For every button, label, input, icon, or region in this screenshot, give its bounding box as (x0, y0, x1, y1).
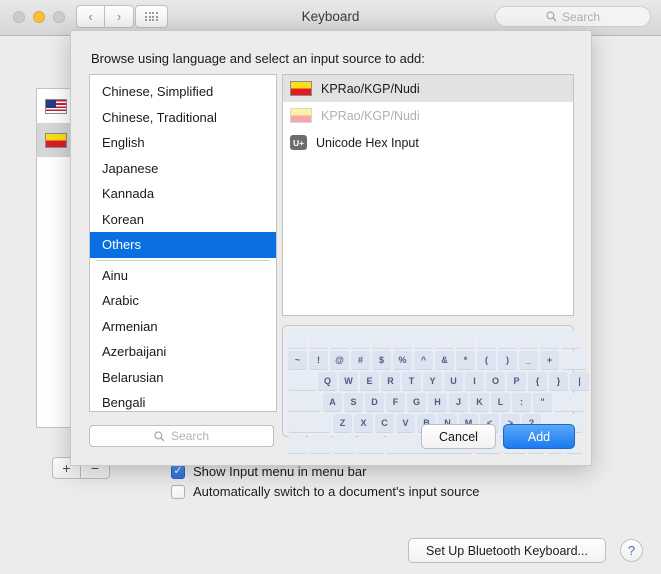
key-c: C (375, 414, 394, 433)
key-paren-open: ( (477, 351, 496, 370)
key-at: @ (330, 351, 349, 370)
language-item-azerbaijani[interactable]: Azerbaijani (90, 339, 276, 365)
checkbox-unchecked-icon[interactable] (171, 484, 185, 499)
key-z: Z (333, 414, 352, 433)
help-button[interactable]: ? (620, 539, 643, 562)
key-exclaim: ! (309, 351, 328, 370)
sheet-title: Browse using language and select an inpu… (91, 51, 425, 66)
input-source-item-kprao-disabled[interactable]: KPRao/KGP/Nudi (283, 102, 573, 129)
key-p: P (507, 372, 526, 391)
key-f: F (386, 393, 405, 412)
input-source-label: KPRao/KGP/Nudi (321, 81, 420, 96)
keyboard-row-home: A S D F G H J K L : " (288, 393, 584, 412)
key-underscore: _ (519, 351, 538, 370)
key-pipe: | (570, 372, 589, 391)
keyboard-preferences-window: ‹ › Keyboard Search U K (0, 0, 661, 574)
language-list[interactable]: Chinese, Simplified Chinese, Traditional… (89, 74, 277, 412)
language-item-chinese-simplified[interactable]: Chinese, Simplified (90, 79, 276, 105)
key-s: S (344, 393, 363, 412)
key-paren-close: ) (498, 351, 517, 370)
auto-switch-label: Automatically switch to a document's inp… (193, 484, 480, 499)
language-item-kannada[interactable]: Kannada (90, 181, 276, 207)
key-u: U (444, 372, 463, 391)
toolbar-search-field[interactable]: Search (495, 6, 651, 27)
key-colon: : (512, 393, 531, 412)
checkbox-checked-icon[interactable]: ✓ (171, 464, 185, 479)
key-caret: ^ (414, 351, 433, 370)
input-source-label: Unicode Hex Input (316, 135, 419, 150)
key-d: D (365, 393, 384, 412)
keyboard-layout-preview: ~ ! @ # $ % ^ & * ( ) _ + Q W E R T Y U … (282, 325, 589, 454)
sheet-search-placeholder: Search (170, 429, 210, 443)
key-q: Q (318, 372, 337, 391)
unicode-hex-icon: U+ (290, 135, 307, 150)
auto-switch-checkbox-row[interactable]: Automatically switch to a document's inp… (171, 484, 479, 499)
language-item-english[interactable]: English (90, 130, 276, 156)
language-item-bengali[interactable]: Bengali (90, 390, 276, 411)
us-flag-icon (45, 98, 67, 114)
key-v: V (396, 414, 415, 433)
key-ampersand: & (435, 351, 454, 370)
key-a: A (323, 393, 342, 412)
show-input-menu-checkbox-row[interactable]: ✓ Show Input menu in menu bar (171, 464, 366, 479)
key-hash: # (351, 351, 370, 370)
add-button[interactable]: Add (503, 424, 575, 449)
sheet-input-source-list[interactable]: KPRao/KGP/Nudi KPRao/KGP/Nudi U+ Unicode… (282, 74, 574, 316)
input-source-item-kprao-selected[interactable]: KPRao/KGP/Nudi (283, 75, 573, 102)
input-source-label: KPRao/KGP/Nudi (321, 108, 420, 123)
cancel-button[interactable]: Cancel (421, 424, 496, 449)
key-t: T (402, 372, 421, 391)
key-r: R (381, 372, 400, 391)
language-item-arabic[interactable]: Arabic (90, 288, 276, 314)
language-list-separator (96, 259, 270, 261)
key-e: E (360, 372, 379, 391)
key-brace-open: { (528, 372, 547, 391)
add-input-source-sheet: Browse using language and select an inpu… (70, 30, 592, 466)
search-icon (546, 11, 557, 22)
key-w: W (339, 372, 358, 391)
key-plus: + (540, 351, 559, 370)
key-percent: % (393, 351, 412, 370)
key-j: J (449, 393, 468, 412)
toolbar-search-placeholder: Search (561, 9, 601, 24)
key-g: G (407, 393, 426, 412)
key-k: K (470, 393, 489, 412)
key-h: H (428, 393, 447, 412)
key-brace-close: } (549, 372, 568, 391)
key-asterisk: * (456, 351, 475, 370)
language-item-armenian[interactable]: Armenian (90, 314, 276, 340)
language-item-japanese[interactable]: Japanese (90, 156, 276, 182)
kannada-flag-icon (290, 81, 312, 96)
kannada-flag-icon (45, 132, 67, 148)
show-input-menu-label: Show Input menu in menu bar (193, 464, 367, 479)
language-item-chinese-traditional[interactable]: Chinese, Traditional (90, 105, 276, 131)
input-source-item-unicode-hex[interactable]: U+ Unicode Hex Input (283, 129, 573, 156)
key-dollar: $ (372, 351, 391, 370)
keyboard-row-number: ~ ! @ # $ % ^ & * ( ) _ + (288, 351, 587, 370)
language-item-korean[interactable]: Korean (90, 207, 276, 233)
key-i: I (465, 372, 484, 391)
sheet-search-input[interactable]: Search (89, 425, 274, 447)
keyboard-row-function (288, 330, 580, 349)
key-tilde: ~ (288, 351, 307, 370)
kannada-flag-icon (290, 108, 312, 123)
language-item-ainu[interactable]: Ainu (90, 263, 276, 289)
key-o: O (486, 372, 505, 391)
key-quote: " (533, 393, 552, 412)
language-item-others[interactable]: Others (90, 232, 276, 258)
language-item-belarusian[interactable]: Belarusian (90, 365, 276, 391)
key-y: Y (423, 372, 442, 391)
set-up-bluetooth-keyboard-button[interactable]: Set Up Bluetooth Keyboard... (408, 538, 606, 563)
key-x: X (354, 414, 373, 433)
search-icon (154, 430, 165, 441)
keyboard-row-qwerty: Q W E R T Y U I O P { } | (288, 372, 589, 391)
key-l: L (491, 393, 510, 412)
